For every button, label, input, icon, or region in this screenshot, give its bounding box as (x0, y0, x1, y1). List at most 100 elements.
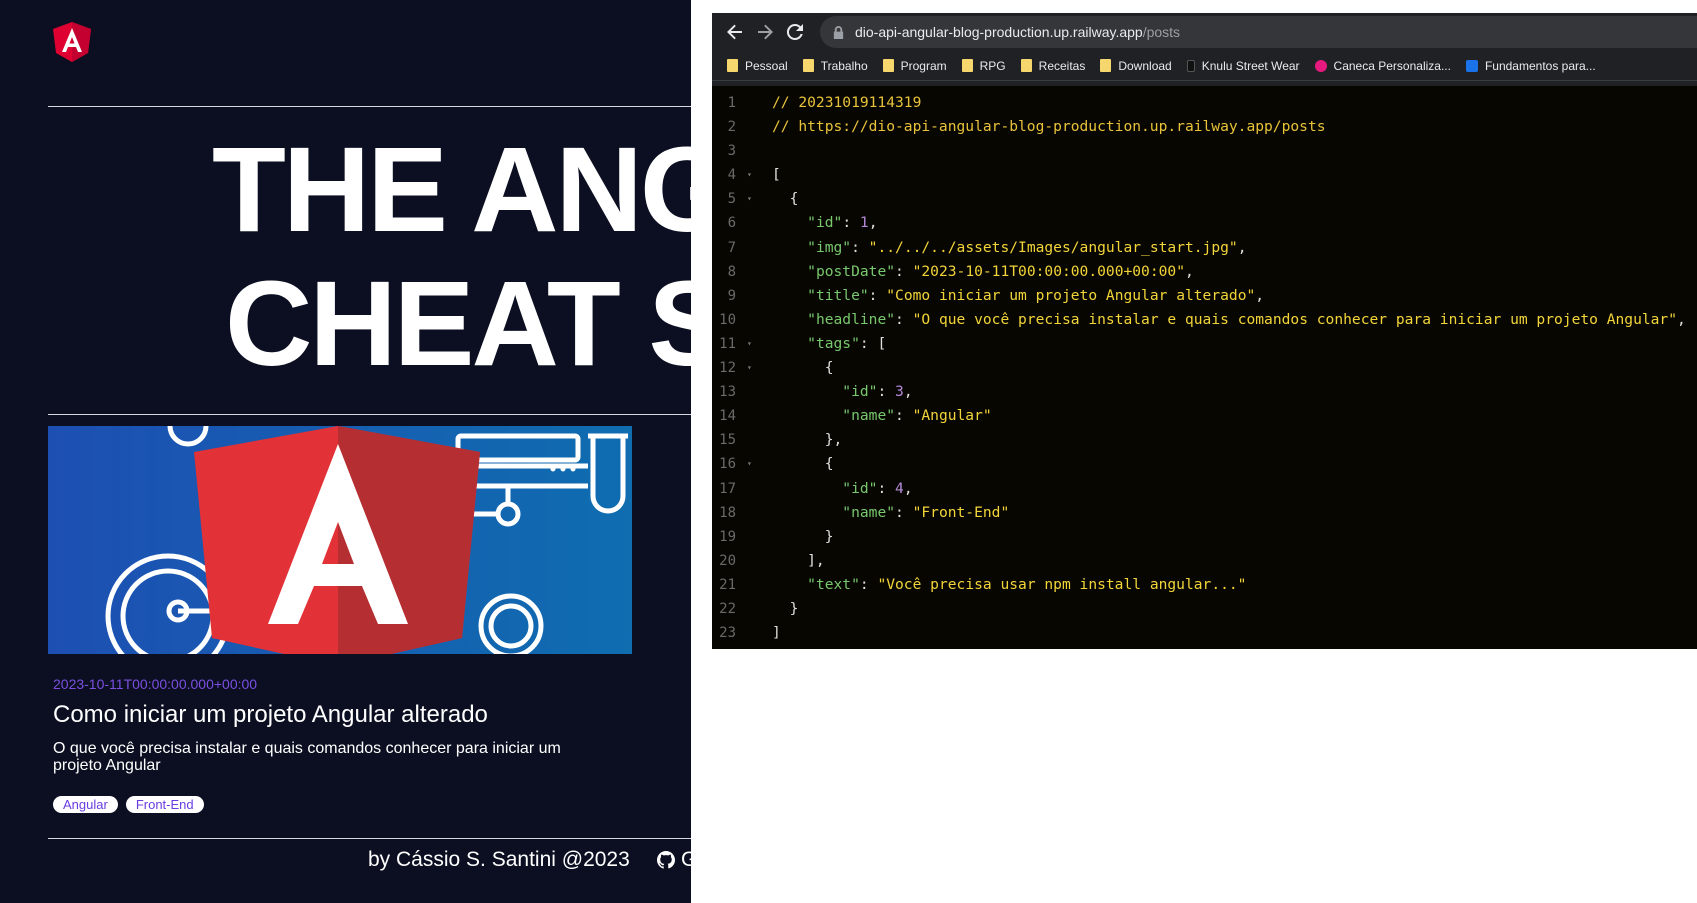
code-line: 20 ], (712, 549, 1697, 573)
code-line: 13 "id": 3, (712, 380, 1697, 404)
fold-toggle-icon[interactable]: ▾ (747, 356, 752, 380)
code-token: "text" (807, 575, 860, 593)
forward-button[interactable] (750, 17, 780, 47)
bookmark-fundamentos[interactable]: Fundamentos para... (1465, 58, 1605, 73)
code-token: "2023-10-11T00:00:00.000+00:00" (912, 262, 1185, 280)
folder-icon (1020, 59, 1032, 72)
folder-icon (802, 59, 814, 72)
bookmark-knulu[interactable]: Knulu Street Wear (1186, 59, 1309, 73)
code-line: 14 "name": "Angular" (712, 404, 1697, 428)
code-line: 22 } (712, 597, 1697, 621)
bookmark-download[interactable]: Download (1100, 59, 1180, 73)
bookmark-label: Download (1118, 58, 1172, 73)
line-number: 11 (719, 335, 736, 352)
code-line: 12 ▾ { (712, 356, 1697, 380)
line-number: 10 (719, 311, 736, 328)
code-line: 23] (712, 621, 1697, 645)
line-number: 8 (727, 263, 736, 280)
line-number: 14 (719, 408, 736, 425)
hero-divider (48, 414, 691, 415)
footer-divider (48, 838, 691, 839)
code-text: }, (772, 428, 843, 452)
code-line: 6 "id": 1, (712, 211, 1697, 235)
line-number: 6 (727, 215, 736, 232)
bookmark-trabalho[interactable]: Trabalho (802, 59, 877, 73)
code-token: "id" (842, 383, 878, 401)
code-token: , (903, 383, 913, 401)
line-number: 9 (727, 287, 736, 304)
fold-toggle-icon[interactable]: ▾ (747, 452, 752, 476)
reload-button[interactable] (780, 17, 810, 47)
arrow-right-icon (758, 24, 773, 40)
line-number: 5 (727, 191, 736, 208)
github-icon (657, 851, 675, 869)
tag-angular[interactable]: Angular (53, 796, 118, 813)
line-number: 4 (727, 167, 736, 184)
code-line: 11 ▾ "tags": [ (712, 332, 1697, 356)
code-token: "Como iniciar um projeto Angular alterad… (886, 286, 1256, 304)
code-token: 1 (859, 214, 869, 232)
line-number: 1 (727, 95, 736, 111)
code-line: 3 (712, 139, 1697, 163)
code-token: "tags" (807, 334, 860, 352)
fold-toggle-icon[interactable]: ▾ (747, 187, 752, 211)
hero-title-line2: CHEAT S (225, 255, 691, 391)
post-title[interactable]: Como iniciar um projeto Angular alterado (53, 701, 488, 729)
post-thumbnail[interactable] (48, 426, 632, 654)
code-line: 10 "headline": "O que você precisa insta… (712, 308, 1697, 332)
bookmark-rpg[interactable]: RPG (961, 59, 1015, 73)
bookmark-pessoal[interactable]: Pessoal (727, 59, 797, 73)
tag-front-end[interactable]: Front-End (125, 796, 204, 813)
code-token: : (842, 214, 860, 232)
code-text: "headline": "O que você precisa instalar… (772, 308, 1686, 332)
line-number: 23 (719, 625, 736, 642)
bookmark-label: Fundamentos para... (1484, 58, 1596, 73)
reload-icon (786, 23, 803, 40)
code-line: 16 ▾ { (712, 452, 1697, 476)
code-text: { (772, 452, 834, 476)
code-token: , (1184, 262, 1194, 280)
folder-icon (1100, 59, 1112, 72)
bookmark-program[interactable]: Program (882, 59, 956, 73)
code-text: "tags": [ (772, 332, 886, 356)
code-text: "img": "../../../assets/Images/angular_s… (772, 236, 1246, 260)
line-number: 19 (719, 528, 736, 545)
code-text: "id": 3, (772, 380, 913, 404)
heart-site-icon (1314, 59, 1327, 72)
code-token: "O que você precisa instalar e quais com… (912, 310, 1678, 328)
line-number: 2 (727, 119, 736, 136)
code-text: { (772, 356, 834, 380)
bookmark-label: Receitas (1038, 58, 1086, 73)
code-token: { (772, 359, 834, 377)
code-token: : [ (859, 334, 887, 352)
bookmark-receitas[interactable]: Receitas (1020, 58, 1095, 73)
code-token: "Você precisa usar npm install angular..… (877, 575, 1247, 593)
fold-toggle-icon[interactable]: ▾ (747, 332, 752, 356)
back-button[interactable] (720, 17, 750, 47)
code-token: , (903, 479, 913, 497)
code-token: , (1255, 286, 1265, 304)
angular-logo-icon[interactable] (53, 22, 91, 62)
github-link[interactable]: G (657, 848, 691, 872)
code-token: , (868, 214, 878, 232)
code-token: : (859, 575, 878, 593)
address-bar[interactable]: dio-api-angular-blog-production.up.railw… (820, 16, 1697, 48)
code-text: } (772, 597, 799, 621)
bookmark-caneca[interactable]: Caneca Personaliza... (1314, 58, 1460, 73)
code-text: ] (772, 621, 781, 645)
folder-icon (961, 59, 973, 72)
bookmark-label: Caneca Personaliza... (1333, 58, 1451, 73)
header-divider (48, 106, 691, 107)
line-number: 17 (719, 480, 736, 497)
fold-toggle-icon[interactable]: ▾ (747, 163, 752, 187)
code-text: "id": 4, (772, 477, 913, 501)
code-token: } (772, 599, 799, 617)
code-token: 4 (895, 479, 904, 497)
line-number: 13 (719, 384, 736, 401)
code-token: "postDate" (807, 262, 896, 280)
